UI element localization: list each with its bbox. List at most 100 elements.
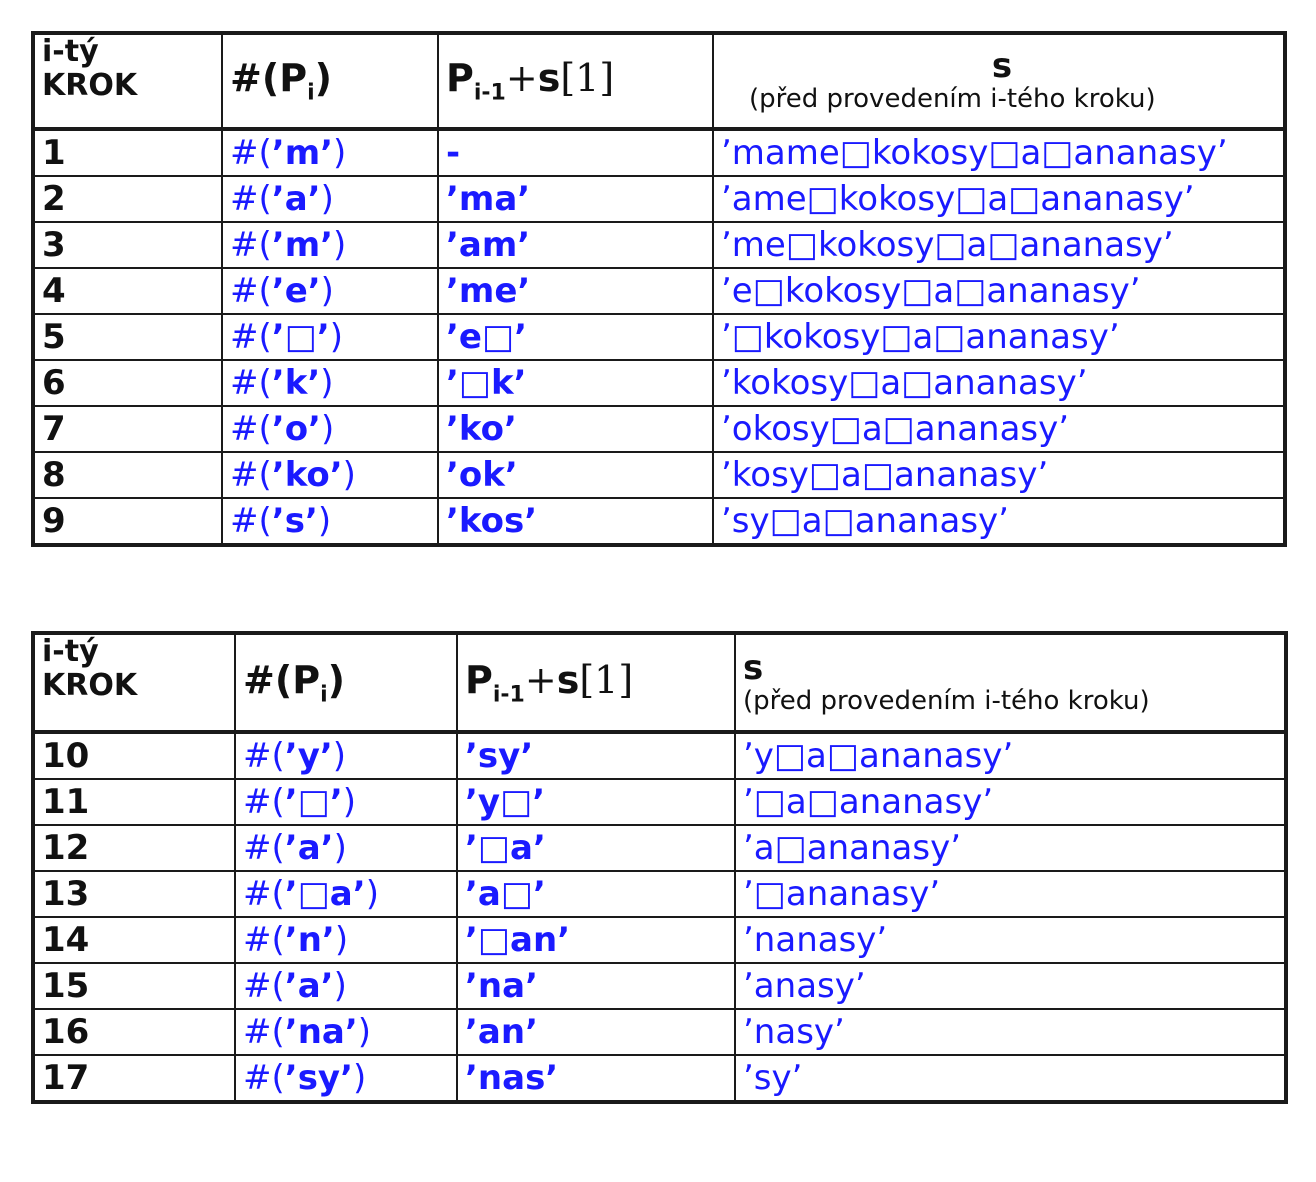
code-cell: #(’o’) (221, 405, 439, 453)
code-prefix: #( (243, 874, 285, 914)
header-prev-sub: i-1 (492, 682, 525, 708)
code-cell: #(’na’) (234, 1008, 458, 1056)
code-value: na (297, 1012, 345, 1052)
code-close-quote: ’ (320, 966, 334, 1006)
prefix-plus-char: ’me’ (437, 267, 714, 315)
step-number: 8 (32, 451, 223, 499)
code-open-quote: ’ (284, 920, 298, 960)
code-value: n (297, 920, 322, 960)
step-number: 12 (32, 824, 236, 872)
code-open-quote: ’ (284, 966, 298, 1006)
code-close-quote: ’ (329, 455, 343, 495)
code-cell: #(’n’) (234, 916, 458, 964)
prefix-plus-char: ’kos’ (437, 497, 714, 546)
code-open-quote: ’ (271, 317, 285, 357)
remaining-string: ’y□a□ananasy’ (734, 731, 1287, 780)
remaining-string: ’e□kokosy□a□ananasy’ (712, 267, 1286, 315)
code-suffix: ) (329, 317, 343, 357)
code-suffix: ) (357, 1012, 372, 1052)
code-cell: #(’sy’) (234, 1054, 458, 1103)
header-row: i-tý KROK #(Pi) Pi-1+s[1] s (před proved… (32, 32, 1286, 131)
code-prefix: #( (243, 920, 285, 960)
code-value: s (284, 501, 305, 541)
step-number: 2 (32, 175, 223, 223)
header-prev: Pi-1+s[1] (456, 632, 736, 734)
code-suffix: ) (333, 225, 347, 265)
code-open-quote: ’ (271, 133, 285, 173)
code-close-quote: ’ (319, 736, 333, 776)
code-cell: #(’ko’) (221, 451, 439, 499)
steps-table-1: i-tý KROK #(Pi) Pi-1+s[1] s (před proved… (31, 31, 1287, 547)
code-prefix: #( (243, 736, 285, 776)
code-close-quote: ’ (308, 409, 321, 449)
code-prefix: #( (230, 363, 272, 403)
code-open-quote: ’ (284, 1058, 298, 1098)
header-prev-s: s (556, 657, 580, 702)
header-prev-sub: i-1 (473, 80, 506, 106)
remaining-string: ’kosy□a□ananasy’ (712, 451, 1286, 499)
code-open-quote: ’ (284, 1012, 298, 1052)
prefix-plus-char: ’an’ (456, 1008, 736, 1056)
code-close-quote: ’ (320, 133, 334, 173)
table-row: 10 #(’y’)’sy’’y□a□ananasy’ (32, 731, 1287, 780)
prefix-plus-char: ’a□’ (456, 870, 736, 918)
code-value: a (284, 179, 308, 219)
table-row: 7 #(’o’)’ko’’okosy□a□ananasy’ (32, 405, 1286, 453)
header-code-prefix: #( (230, 56, 280, 101)
header-code-suffix: ) (314, 56, 332, 101)
code-open-quote: ’ (271, 179, 285, 219)
code-prefix: #( (230, 133, 272, 173)
code-close-quote: ’ (304, 501, 318, 541)
table-row: 8 #(’ko’)’ok’’kosy□a□ananasy’ (32, 451, 1286, 499)
header-prev-plus: + (505, 56, 538, 101)
remaining-string: ’nanasy’ (734, 916, 1287, 964)
prefix-plus-char: ’ok’ (437, 451, 714, 499)
step-number: 16 (32, 1008, 236, 1056)
code-cell: #(’□a’) (234, 870, 458, 918)
header-code: #(Pi) (234, 632, 458, 734)
code-open-quote: ’ (284, 828, 298, 868)
step-number: 9 (32, 497, 223, 546)
code-close-quote: ’ (352, 874, 366, 914)
code-cell: #(’□’) (221, 313, 439, 361)
header-s-letter: s (743, 647, 764, 688)
remaining-string: ’kokosy□a□ananasy’ (712, 359, 1286, 407)
code-cell: #(’m’) (221, 221, 439, 269)
step-number: 11 (32, 778, 236, 826)
code-open-quote: ’ (284, 874, 298, 914)
table-row: 2 #(’a’)’ma’’ame□kokosy□a□ananasy’ (32, 175, 1286, 223)
table-row: 11 #(’□’)’y□’ ’□a□ananasy’ (32, 778, 1287, 826)
remaining-string: ’ame□kokosy□a□ananasy’ (712, 175, 1286, 223)
code-cell: #(’a’) (234, 824, 458, 872)
code-close-quote: ’ (307, 271, 321, 311)
remaining-string: ’okosy□a□ananasy’ (712, 405, 1286, 453)
code-cell: #(’e’) (221, 267, 439, 315)
table-row: 3 #(’m’)’am’’me□kokosy□a□ananasy’ (32, 221, 1286, 269)
code-cell: #(’a’) (234, 962, 458, 1010)
code-close-quote: ’ (320, 828, 334, 868)
code-prefix: #( (243, 1058, 285, 1098)
header-s-letter: s (991, 46, 1013, 86)
code-close-quote: ’ (316, 317, 330, 357)
remaining-string: ’□kokosy□a□ananasy’ (712, 313, 1286, 361)
step-number: 4 (32, 267, 223, 315)
remaining-string: ’□ananasy’ (734, 870, 1287, 918)
step-number: 7 (32, 405, 223, 453)
header-code-prefix: #( (243, 657, 293, 702)
code-open-quote: ’ (284, 782, 298, 822)
header-code-suffix: ) (327, 657, 345, 702)
code-value: m (284, 225, 321, 265)
step-number: 14 (32, 916, 236, 964)
code-prefix: #( (230, 271, 272, 311)
code-value: □ (297, 782, 330, 822)
header-prev-p: P (465, 657, 493, 702)
code-open-quote: ’ (284, 736, 298, 776)
code-suffix: ) (333, 966, 347, 1006)
prefix-plus-char: ’y□’ (456, 778, 736, 826)
code-suffix: ) (342, 455, 356, 495)
prefix-plus-char: ’na’ (456, 962, 736, 1010)
code-prefix: #( (243, 828, 285, 868)
code-open-quote: ’ (271, 501, 285, 541)
header-step-line1: i-tý (42, 34, 99, 69)
code-close-quote: ’ (307, 179, 321, 219)
